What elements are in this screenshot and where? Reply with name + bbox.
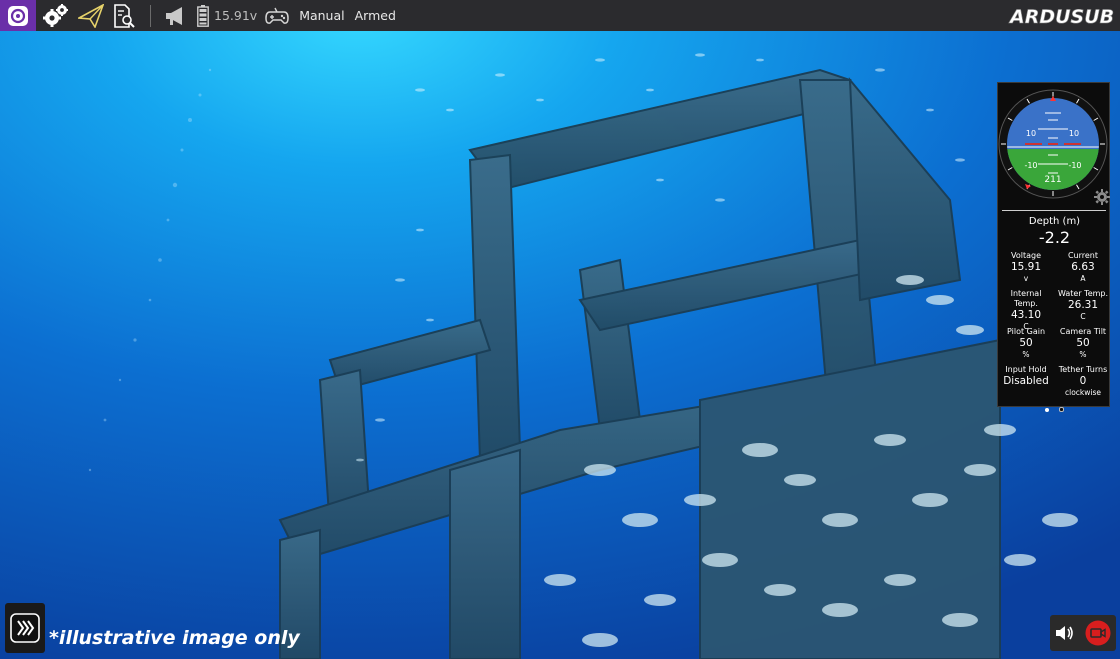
telemetry-camera-tilt: Camera Tilt 50 % bbox=[1059, 327, 1107, 359]
gears-icon bbox=[43, 3, 68, 27]
battery-voltage-text: 15.91v bbox=[214, 8, 258, 23]
illustrative-watermark: *illustrative image only bbox=[49, 627, 300, 649]
qgc-logo-icon bbox=[8, 5, 28, 26]
telemetry-tether-turns: Tether Turns 0 clockwise bbox=[1058, 365, 1108, 397]
pitch-label-upper-left: 10 bbox=[1026, 129, 1036, 138]
analyze-button[interactable] bbox=[106, 0, 142, 31]
top-toolbar: 15.91v Manual Armed ARDUSUB bbox=[0, 0, 1120, 31]
plan-button[interactable] bbox=[76, 0, 106, 31]
double-chevron-right-icon bbox=[10, 613, 40, 643]
status-indicators: 15.91v Manual Armed bbox=[159, 4, 396, 27]
speaker-icon bbox=[1056, 626, 1073, 640]
heading-readout: 211 bbox=[1044, 175, 1061, 185]
video-camera-icon bbox=[1085, 620, 1111, 646]
expand-drawer-button[interactable] bbox=[5, 603, 45, 653]
megaphone-icon bbox=[166, 6, 182, 25]
telemetry-pilot-gain: Pilot Gain 50 % bbox=[1006, 327, 1046, 359]
flight-mode-selector[interactable]: Manual bbox=[299, 8, 344, 23]
video-feed bbox=[0, 0, 1120, 659]
telemetry-internal-temp: Internal Temp. 43.10 C bbox=[1010, 289, 1042, 331]
instrument-panel[interactable]: 10 10 -10 -10 211 Depth (m) -2.2 Voltage… bbox=[997, 82, 1110, 412]
telemetry-current: Current 6.63 A bbox=[1067, 251, 1099, 283]
messages-indicator[interactable] bbox=[165, 6, 187, 26]
telemetry-input-hold: Input Hold Disabled bbox=[1003, 365, 1049, 387]
battery-indicator[interactable]: 15.91v bbox=[197, 4, 258, 27]
telemetry-voltage: Voltage 15.91 v bbox=[1010, 251, 1042, 283]
paper-plane-icon bbox=[78, 3, 104, 28]
record-button[interactable] bbox=[1085, 620, 1111, 646]
panel-settings-gear-icon[interactable] bbox=[1094, 189, 1110, 205]
pitch-label-lower-right: -10 bbox=[1068, 161, 1081, 170]
settings-button[interactable] bbox=[36, 0, 76, 31]
media-controls bbox=[1050, 615, 1116, 651]
pitch-label-lower-left: -10 bbox=[1024, 161, 1037, 170]
toolbar-separator bbox=[150, 4, 151, 27]
telemetry-water-temp: Water Temp. 26.31 C bbox=[1057, 289, 1109, 321]
gamepad-icon bbox=[265, 7, 289, 24]
joystick-indicator[interactable] bbox=[265, 7, 289, 25]
arm-state-indicator[interactable]: Armed bbox=[355, 8, 396, 23]
panel-page-indicator bbox=[998, 397, 1111, 416]
volume-button[interactable] bbox=[1055, 624, 1075, 642]
depth-value: -2.2 bbox=[1038, 228, 1071, 247]
depth-label: Depth (m) bbox=[1028, 216, 1081, 227]
page-dot-inactive[interactable] bbox=[1058, 407, 1064, 412]
battery-icon bbox=[197, 4, 209, 27]
document-search-icon bbox=[114, 3, 135, 28]
attitude-indicator: 10 10 -10 -10 211 bbox=[998, 89, 1108, 199]
app-menu-button[interactable] bbox=[0, 0, 36, 31]
ardusub-logo: ARDUSUB bbox=[1008, 2, 1115, 32]
panel-divider bbox=[1002, 210, 1106, 211]
pitch-label-upper-right: 10 bbox=[1069, 129, 1079, 138]
page-dot-active[interactable] bbox=[1045, 408, 1050, 412]
brand-text: ARDUSUB bbox=[1008, 6, 1114, 28]
